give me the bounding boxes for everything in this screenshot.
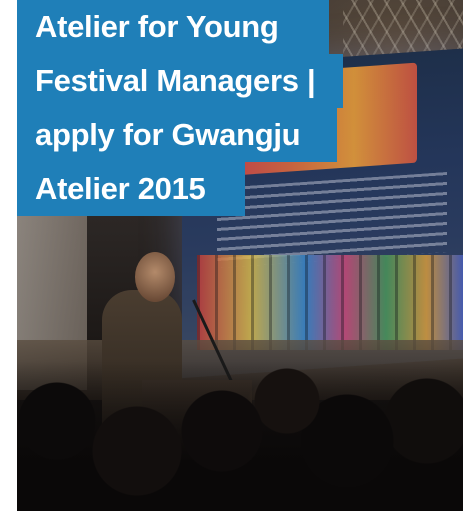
title-line-2: Festival Managers |	[17, 54, 343, 108]
title-line-4: Atelier 2015	[17, 162, 245, 216]
article-card[interactable]: Atelier for Young Festival Managers | ap…	[17, 0, 463, 511]
title-line-2-text: Festival Managers |	[35, 63, 316, 98]
title-line-1-text: Atelier for Young	[35, 9, 279, 44]
title-line-4-text: Atelier 2015	[35, 171, 206, 206]
screen-graphic-city	[197, 255, 463, 350]
title-line-3: apply for Gwangju	[17, 108, 337, 162]
title-line-1: Atelier for Young	[17, 0, 329, 54]
audience-silhouettes	[17, 361, 463, 511]
speaker-head	[135, 252, 175, 302]
article-title[interactable]: Atelier for Young Festival Managers | ap…	[17, 0, 463, 240]
title-line-3-text: apply for Gwangju	[35, 117, 301, 152]
